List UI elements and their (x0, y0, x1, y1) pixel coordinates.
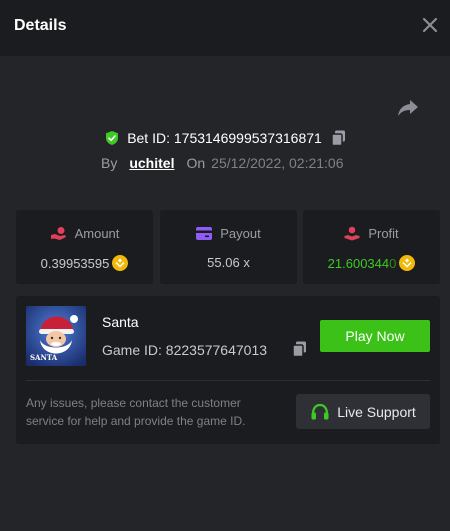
divider (26, 380, 430, 381)
game-id: Game ID: 8223577647013 (102, 342, 268, 358)
payout-label: Payout (220, 226, 261, 241)
game-card: SANTA Santa Game ID: 8223577647013 Play … (16, 296, 440, 444)
bet-id: Bet ID: 1753146999537316871 (127, 130, 322, 146)
bnb-coin-icon (399, 255, 416, 271)
live-support-label: Live Support (337, 403, 416, 420)
profit-card: Profit 21.600344 0 (303, 210, 440, 284)
hand-coin-icon (50, 227, 66, 240)
game-name: Santa (102, 314, 139, 330)
card-icon (196, 227, 213, 240)
hand-user-icon (344, 226, 360, 241)
bet-id-row: Bet ID: 1753146999537316871 (0, 128, 450, 148)
by-label: By (101, 155, 118, 171)
bnb-coin-icon (112, 255, 129, 271)
profit-value-trailing: 0 (389, 255, 397, 271)
payout-card: Payout 55.06 x (160, 210, 297, 284)
dialog-title: Details (14, 17, 67, 34)
username-link[interactable]: uchitel (129, 155, 174, 171)
shield-check-icon (106, 131, 119, 145)
profit-label: Profit (368, 226, 399, 241)
close-icon[interactable] (419, 14, 441, 36)
support-notice: Any issues, please contact the customer … (26, 396, 246, 428)
amount-label: Amount (74, 226, 120, 241)
game-thumbnail[interactable]: SANTA (26, 306, 86, 366)
share-icon[interactable] (396, 96, 420, 120)
copy-icon[interactable] (292, 341, 307, 357)
bet-meta-row: By uchitel On 25/12/2022, 02:21:06 (101, 154, 344, 172)
bet-datetime: 25/12/2022, 02:21:06 (211, 155, 344, 171)
play-now-button[interactable]: Play Now (320, 320, 430, 352)
dialog-header: Details (0, 0, 450, 56)
headset-icon (311, 403, 329, 419)
amount-card: Amount 0.39953595 (16, 210, 153, 284)
amount-value: 0.39953595 (40, 255, 110, 271)
on-label: On (186, 155, 206, 171)
live-support-button[interactable]: Live Support (296, 394, 430, 429)
profit-value: 21.600344 (327, 255, 390, 271)
copy-icon[interactable] (331, 130, 346, 146)
payout-value: 55.06 x (207, 255, 250, 270)
game-thumbnail-text: SANTA (30, 353, 58, 362)
